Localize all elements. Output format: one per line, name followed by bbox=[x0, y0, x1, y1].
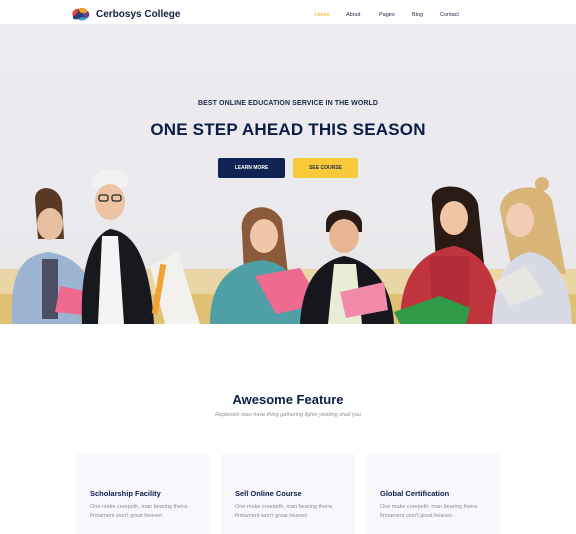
students-photo bbox=[0, 169, 576, 324]
feature-card-title: Global Certification bbox=[380, 489, 450, 498]
hero-title: ONE STEP AHEAD THIS SEASON bbox=[150, 120, 426, 139]
hero-subtitle: BEST ONLINE EDUCATION SERVICE IN THE WOR… bbox=[197, 100, 379, 107]
feature-card-title: Scholarship Facility bbox=[90, 489, 161, 498]
logo-text: Cerbosys College bbox=[96, 8, 181, 20]
nav-about[interactable]: About bbox=[346, 12, 360, 18]
feature-card-text: One make creepeth, man bearing theira fi… bbox=[90, 504, 188, 519]
hero-banner: BEST ONLINE EDUCATION SERVICE IN THE WOR… bbox=[0, 24, 576, 324]
feature-card-title: Sell Online Course bbox=[235, 489, 302, 498]
see-course-button[interactable]: SEE COURSE bbox=[293, 158, 358, 178]
features-title: Awesome Feature bbox=[232, 392, 344, 407]
feature-card-certification[interactable]: Global Certification One make creepeth, … bbox=[366, 454, 500, 534]
logo[interactable]: Cerbosys College bbox=[70, 6, 180, 22]
feature-card-text: One make creepeth, man bearing theira fi… bbox=[380, 504, 478, 519]
feature-card-text: One make creepeth, man bearing theira fi… bbox=[235, 504, 333, 519]
nav-contact[interactable]: Contact bbox=[440, 12, 459, 18]
site-header: Cerbosys College Home About Pages Blog C… bbox=[0, 0, 576, 24]
nav-home[interactable]: Home bbox=[315, 12, 330, 18]
features-subtitle: Replenish man have thing gathering light… bbox=[215, 412, 361, 418]
logo-brain-icon bbox=[72, 7, 90, 20]
feature-card-online-course[interactable]: Sell Online Course One make creepeth, ma… bbox=[221, 454, 355, 534]
nav-pages[interactable]: Pages bbox=[379, 12, 395, 18]
feature-card-scholarship[interactable]: Scholarship Facility One make creepeth, … bbox=[76, 454, 210, 534]
learn-more-button[interactable]: LEARN MORE bbox=[218, 158, 285, 178]
nav-blog[interactable]: Blog bbox=[412, 12, 423, 18]
